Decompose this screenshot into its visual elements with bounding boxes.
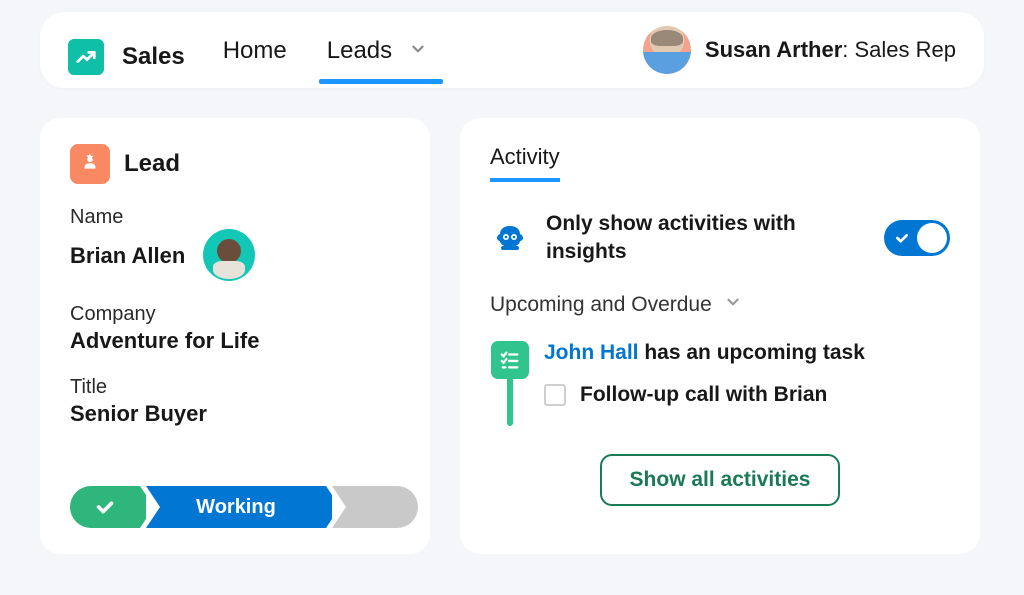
lead-name-value: Brian Allen (70, 243, 185, 269)
app-name: Sales (122, 43, 185, 71)
show-all-activities-button[interactable]: Show all activities (600, 454, 841, 506)
path-stage-next[interactable] (332, 486, 418, 528)
nav-home[interactable]: Home (221, 31, 289, 83)
user-name: Susan Arther (705, 37, 842, 62)
lead-company-value: Adventure for Life (70, 328, 400, 354)
path-stage-current[interactable]: Working (146, 486, 326, 528)
task-heading-rest: has an upcoming task (639, 341, 865, 364)
lead-company-label: Company (70, 303, 400, 326)
upcoming-section-header[interactable]: Upcoming and Overdue (490, 293, 950, 317)
avatar (643, 26, 691, 74)
top-navbar: Sales Home Leads Susan Arther: Sales Rep (40, 12, 984, 88)
check-icon (94, 496, 116, 518)
nav-leads-label: Leads (327, 37, 392, 64)
task-item: John Hall has an upcoming task Follow-up… (490, 341, 950, 426)
einstein-icon (490, 218, 530, 258)
task-checkbox[interactable] (544, 384, 566, 406)
task-assignee-link[interactable]: John Hall (544, 341, 639, 364)
user-role: Sales Rep (854, 37, 956, 62)
insights-toggle[interactable] (884, 220, 950, 256)
activity-card: Activity Only show activities with insig… (460, 118, 980, 554)
check-icon (894, 230, 910, 246)
tab-activity[interactable]: Activity (490, 144, 560, 182)
sales-app-icon (68, 39, 104, 75)
nav-leads[interactable]: Leads (325, 31, 429, 83)
avatar (203, 229, 255, 281)
lead-object-label: Lead (124, 150, 180, 178)
lead-card: Lead Name Brian Allen Company Adventure … (40, 118, 430, 554)
task-heading: John Hall has an upcoming task (544, 341, 950, 365)
chevron-down-icon (409, 40, 427, 58)
path-stage-current-label: Working (196, 496, 276, 519)
lead-icon (70, 144, 110, 184)
user-chip[interactable]: Susan Arther: Sales Rep (643, 26, 956, 88)
chevron-down-icon (724, 293, 742, 317)
insights-toggle-label: Only show activities with insights (546, 210, 868, 267)
lead-name-label: Name (70, 206, 400, 229)
lead-title-value: Senior Buyer (70, 401, 400, 427)
upcoming-section-label: Upcoming and Overdue (490, 293, 712, 317)
lead-path: Working (70, 486, 418, 528)
task-subject: Follow-up call with Brian (580, 383, 827, 407)
lead-title-label: Title (70, 376, 400, 399)
path-stage-previous[interactable] (70, 486, 140, 528)
task-list-icon (491, 341, 529, 379)
user-text: Susan Arther: Sales Rep (705, 37, 956, 63)
